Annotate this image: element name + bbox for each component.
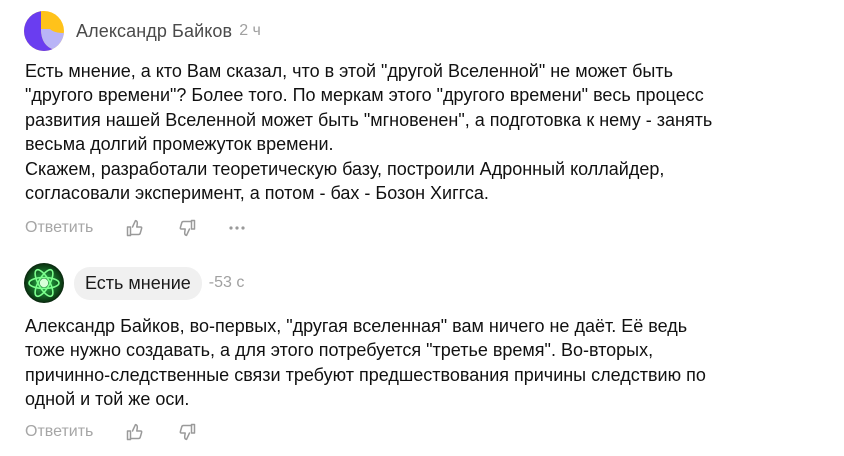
comment-header: Александр Байков 2 ч bbox=[24, 8, 261, 54]
thumbs-down-icon[interactable] bbox=[175, 420, 199, 444]
comment-actions: Ответить bbox=[25, 420, 199, 444]
thumbs-down-icon[interactable] bbox=[175, 216, 199, 240]
comment-line: одной и той же оси. bbox=[25, 389, 190, 410]
comment-line: весьма долгий промежуток времени. bbox=[25, 134, 334, 155]
comment-line: развития нашей Вселенной может быть "мгн… bbox=[25, 109, 713, 130]
comment-line: Скажем, разработали теоретическую базу, … bbox=[25, 158, 665, 179]
comment-line: причинно-следственные связи требуют пред… bbox=[25, 364, 706, 385]
reply-button[interactable]: Ответить bbox=[25, 219, 93, 237]
comment: Есть мнение -53 с Александр Байков, во-п… bbox=[0, 250, 844, 456]
more-dots-icon[interactable] bbox=[225, 216, 249, 240]
purple-yellow-avatar-icon[interactable] bbox=[24, 11, 64, 51]
comment-actions: Ответить bbox=[25, 216, 249, 240]
reply-button[interactable]: Ответить bbox=[25, 423, 93, 441]
thumbs-up-icon[interactable] bbox=[123, 216, 147, 240]
comments-feed: Александр Байков 2 ч Есть мнение, а кто … bbox=[0, 0, 844, 456]
timestamp: 2 ч bbox=[239, 22, 261, 39]
author-name[interactable]: Александр Байков bbox=[76, 21, 232, 42]
comment: Александр Байков 2 ч Есть мнение, а кто … bbox=[0, 0, 844, 250]
comment-line: согласовали эксперимент, а потом - бах -… bbox=[25, 183, 489, 204]
comment-line: тоже нужно создавать, а для этого потреб… bbox=[25, 340, 654, 361]
comment-line: Александр Байков, во-первых, "другая все… bbox=[25, 316, 688, 336]
comment-line: Есть мнение, а кто Вам сказал, что в это… bbox=[25, 61, 673, 81]
comment-text: Александр Байков, во-первых, "другая все… bbox=[25, 314, 824, 412]
comment-line: "другого времени"? Более того. По меркам… bbox=[25, 85, 704, 106]
timestamp: -53 с bbox=[208, 274, 245, 291]
comment-text: Есть мнение, а кто Вам сказал, что в это… bbox=[25, 59, 824, 205]
comment-header: Есть мнение -53 с bbox=[24, 260, 244, 306]
thumbs-up-icon[interactable] bbox=[123, 420, 147, 444]
author-name[interactable]: Есть мнение bbox=[74, 266, 202, 300]
green-atom-avatar-icon[interactable] bbox=[24, 263, 64, 303]
